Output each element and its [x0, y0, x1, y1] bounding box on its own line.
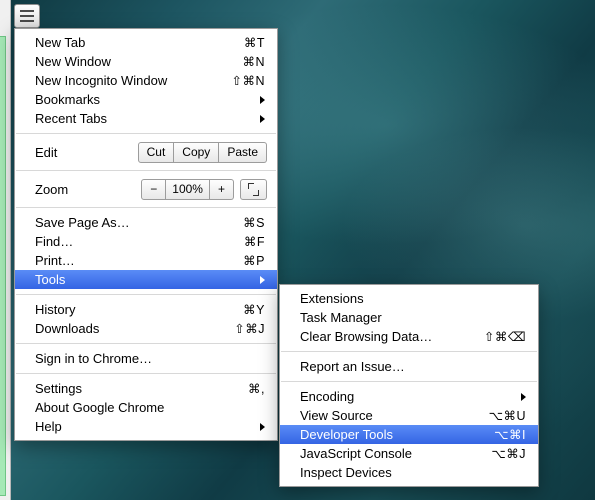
shortcut: ⌘T — [244, 35, 265, 50]
shortcut: ⇧⌘J — [234, 321, 265, 336]
shortcut: ⇧⌘⌫ — [484, 329, 526, 344]
label: Bookmarks — [35, 92, 252, 107]
menu-item-new-incognito[interactable]: New Incognito Window ⇧⌘N — [15, 71, 277, 90]
label: History — [35, 302, 233, 317]
separator — [281, 381, 537, 382]
submenu-item-inspect-devices[interactable]: Inspect Devices — [280, 463, 538, 482]
label: Settings — [35, 381, 238, 396]
zoom-in-button[interactable]: + — [210, 179, 234, 200]
tools-submenu: Extensions Task Manager Clear Browsing D… — [279, 284, 539, 487]
label: Find… — [35, 234, 234, 249]
submenu-arrow-icon — [260, 423, 265, 431]
submenu-arrow-icon — [260, 276, 265, 284]
label: About Google Chrome — [35, 400, 265, 415]
separator — [16, 133, 276, 134]
menu-item-settings[interactable]: Settings ⌘, — [15, 379, 277, 398]
shortcut: ⌘S — [243, 215, 265, 230]
menu-item-recent-tabs[interactable]: Recent Tabs — [15, 109, 277, 128]
shortcut: ⇧⌘N — [231, 73, 265, 88]
shortcut: ⌘, — [248, 381, 265, 396]
label: Print… — [35, 253, 233, 268]
separator — [16, 170, 276, 171]
paste-button[interactable]: Paste — [219, 142, 267, 163]
shortcut: ⌥⌘I — [494, 427, 526, 442]
label: New Window — [35, 54, 232, 69]
zoom-out-button[interactable]: − — [141, 179, 166, 200]
label: Extensions — [300, 291, 526, 306]
label: Encoding — [300, 389, 513, 404]
menu-row-zoom: Zoom − 100% + — [15, 176, 277, 202]
edit-buttons: Cut Copy Paste — [138, 142, 267, 163]
submenu-arrow-icon — [260, 115, 265, 123]
submenu-arrow-icon — [260, 96, 265, 104]
shortcut: ⌥⌘J — [491, 446, 526, 461]
submenu-item-task-manager[interactable]: Task Manager — [280, 308, 538, 327]
chrome-main-menu: New Tab ⌘T New Window ⌘N New Incognito W… — [14, 28, 278, 441]
label: Tools — [35, 272, 252, 287]
menu-item-about[interactable]: About Google Chrome — [15, 398, 277, 417]
label: Task Manager — [300, 310, 526, 325]
label: Sign in to Chrome… — [35, 351, 265, 366]
menu-item-tools[interactable]: Tools — [15, 270, 277, 289]
label: New Incognito Window — [35, 73, 221, 88]
zoom-value: 100% — [166, 179, 210, 200]
menu-item-signin[interactable]: Sign in to Chrome… — [15, 349, 277, 368]
fullscreen-button[interactable] — [240, 179, 267, 200]
label: View Source — [300, 408, 479, 423]
tab-strip-hint — [0, 36, 6, 496]
submenu-item-report-issue[interactable]: Report an Issue… — [280, 357, 538, 376]
label: Clear Browsing Data… — [300, 329, 474, 344]
label: Developer Tools — [300, 427, 484, 442]
menu-item-find[interactable]: Find… ⌘F — [15, 232, 277, 251]
shortcut: ⌘N — [242, 54, 265, 69]
menu-row-edit: Edit Cut Copy Paste — [15, 139, 277, 165]
menu-item-save-as[interactable]: Save Page As… ⌘S — [15, 213, 277, 232]
shortcut: ⌥⌘U — [489, 408, 526, 423]
menu-item-downloads[interactable]: Downloads ⇧⌘J — [15, 319, 277, 338]
shortcut: ⌘Y — [243, 302, 265, 317]
label: Zoom — [35, 182, 141, 197]
label: Help — [35, 419, 252, 434]
label: Report an Issue… — [300, 359, 526, 374]
submenu-item-view-source[interactable]: View Source ⌥⌘U — [280, 406, 538, 425]
separator — [281, 351, 537, 352]
menu-item-new-tab[interactable]: New Tab ⌘T — [15, 33, 277, 52]
label: Downloads — [35, 321, 224, 336]
submenu-item-extensions[interactable]: Extensions — [280, 289, 538, 308]
separator — [16, 207, 276, 208]
menu-item-print[interactable]: Print… ⌘P — [15, 251, 277, 270]
separator — [16, 373, 276, 374]
menu-item-help[interactable]: Help — [15, 417, 277, 436]
hamburger-icon — [20, 10, 34, 12]
label: Edit — [35, 145, 138, 160]
shortcut: ⌘P — [243, 253, 265, 268]
label: JavaScript Console — [300, 446, 481, 461]
hamburger-menu-button[interactable] — [14, 4, 40, 28]
menu-item-bookmarks[interactable]: Bookmarks — [15, 90, 277, 109]
cut-button[interactable]: Cut — [138, 142, 175, 163]
copy-button[interactable]: Copy — [174, 142, 219, 163]
fullscreen-icon — [249, 184, 258, 195]
submenu-item-js-console[interactable]: JavaScript Console ⌥⌘J — [280, 444, 538, 463]
label: Save Page As… — [35, 215, 233, 230]
submenu-item-developer-tools[interactable]: Developer Tools ⌥⌘I — [280, 425, 538, 444]
menu-item-history[interactable]: History ⌘Y — [15, 300, 277, 319]
separator — [16, 343, 276, 344]
label: Recent Tabs — [35, 111, 252, 126]
menu-item-new-window[interactable]: New Window ⌘N — [15, 52, 277, 71]
shortcut: ⌘F — [244, 234, 265, 249]
label: Inspect Devices — [300, 465, 526, 480]
zoom-buttons: − 100% + — [141, 179, 234, 200]
browser-edge — [0, 0, 11, 500]
submenu-item-clear-data[interactable]: Clear Browsing Data… ⇧⌘⌫ — [280, 327, 538, 346]
submenu-arrow-icon — [521, 393, 526, 401]
label: New Tab — [35, 35, 234, 50]
submenu-item-encoding[interactable]: Encoding — [280, 387, 538, 406]
separator — [16, 294, 276, 295]
